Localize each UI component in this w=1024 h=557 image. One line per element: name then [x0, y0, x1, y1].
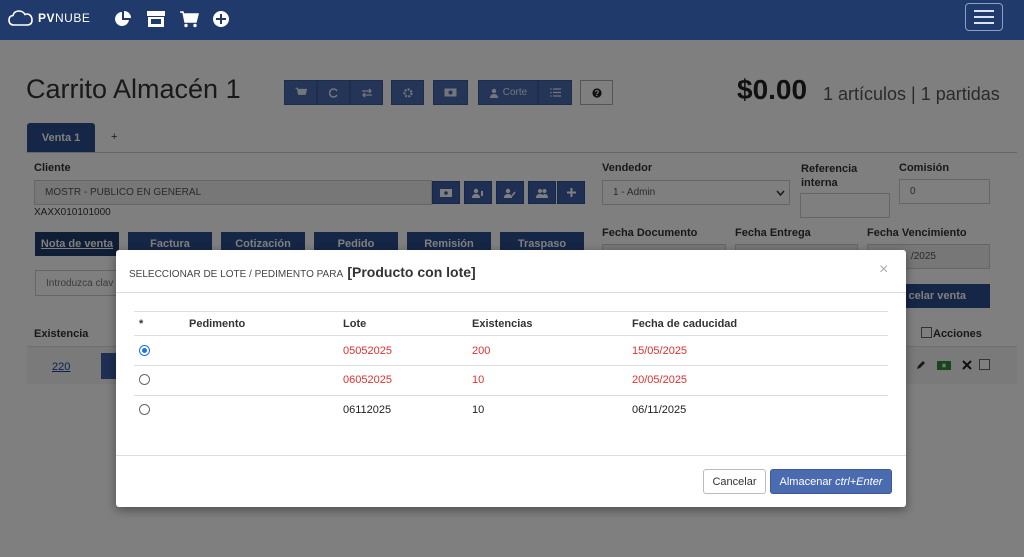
lot-radio-2[interactable]: [139, 374, 150, 385]
header-divider: [134, 335, 888, 336]
row-1-existencias: 200: [472, 345, 491, 357]
modal-footer-divider: [116, 455, 906, 456]
cart-icon[interactable]: [178, 9, 200, 29]
row-1-caducidad: 15/05/2025: [632, 345, 688, 357]
row-2-existencias: 10: [472, 374, 485, 386]
row-2-lote: 06052025: [343, 374, 392, 386]
modal-title-prefix: SELECCIONAR DE LOTE / PEDIMENTO PARA: [129, 269, 343, 280]
modal-title: SELECCIONAR DE LOTE / PEDIMENTO PARA [Pr…: [129, 264, 476, 280]
lot-selection-modal: SELECCIONAR DE LOTE / PEDIMENTO PARA [Pr…: [116, 250, 906, 507]
row-2-caducidad: 20/05/2025: [632, 374, 688, 386]
save-shortcut: ctrl+Enter: [835, 475, 883, 488]
row-3-lote: 06112025: [343, 404, 392, 416]
save-button[interactable]: Almacenar ctrl+Enter: [770, 469, 892, 494]
row-1-lote: 05052025: [343, 345, 392, 357]
col-lote-header: Lote: [343, 318, 367, 330]
lot-radio-1[interactable]: [139, 345, 150, 356]
plus-circle-icon[interactable]: [210, 9, 232, 29]
col-pedimento-header: Pedimento: [189, 318, 246, 330]
lot-radio-3[interactable]: [139, 404, 150, 415]
brand-name: PVNUBE: [38, 11, 91, 25]
brand-logo[interactable]: PVNUBE: [8, 9, 90, 27]
col-existencias-header: Existencias: [472, 318, 533, 330]
top-navbar: PVNUBE: [0, 0, 1024, 40]
row-3-existencias: 10: [472, 404, 485, 416]
col-select-header: *: [139, 318, 144, 330]
row-divider: [134, 365, 888, 366]
modal-header-divider: [116, 292, 906, 293]
menu-toggle-button[interactable]: [965, 3, 1003, 31]
cancel-button[interactable]: Cancelar: [703, 469, 766, 494]
row-divider: [134, 395, 888, 396]
modal-product-name: [Producto con lote]: [347, 264, 476, 280]
cloud-icon: [8, 10, 33, 26]
modal-close-button[interactable]: ×: [879, 261, 888, 279]
col-caducidad-header: Fecha de caducidad: [632, 318, 738, 330]
row-3-caducidad: 06/11/2025: [632, 404, 687, 416]
pie-chart-icon[interactable]: [112, 9, 134, 29]
table-top-border: [134, 311, 888, 312]
save-label: Almacenar: [779, 475, 833, 488]
store-icon[interactable]: [145, 9, 167, 29]
